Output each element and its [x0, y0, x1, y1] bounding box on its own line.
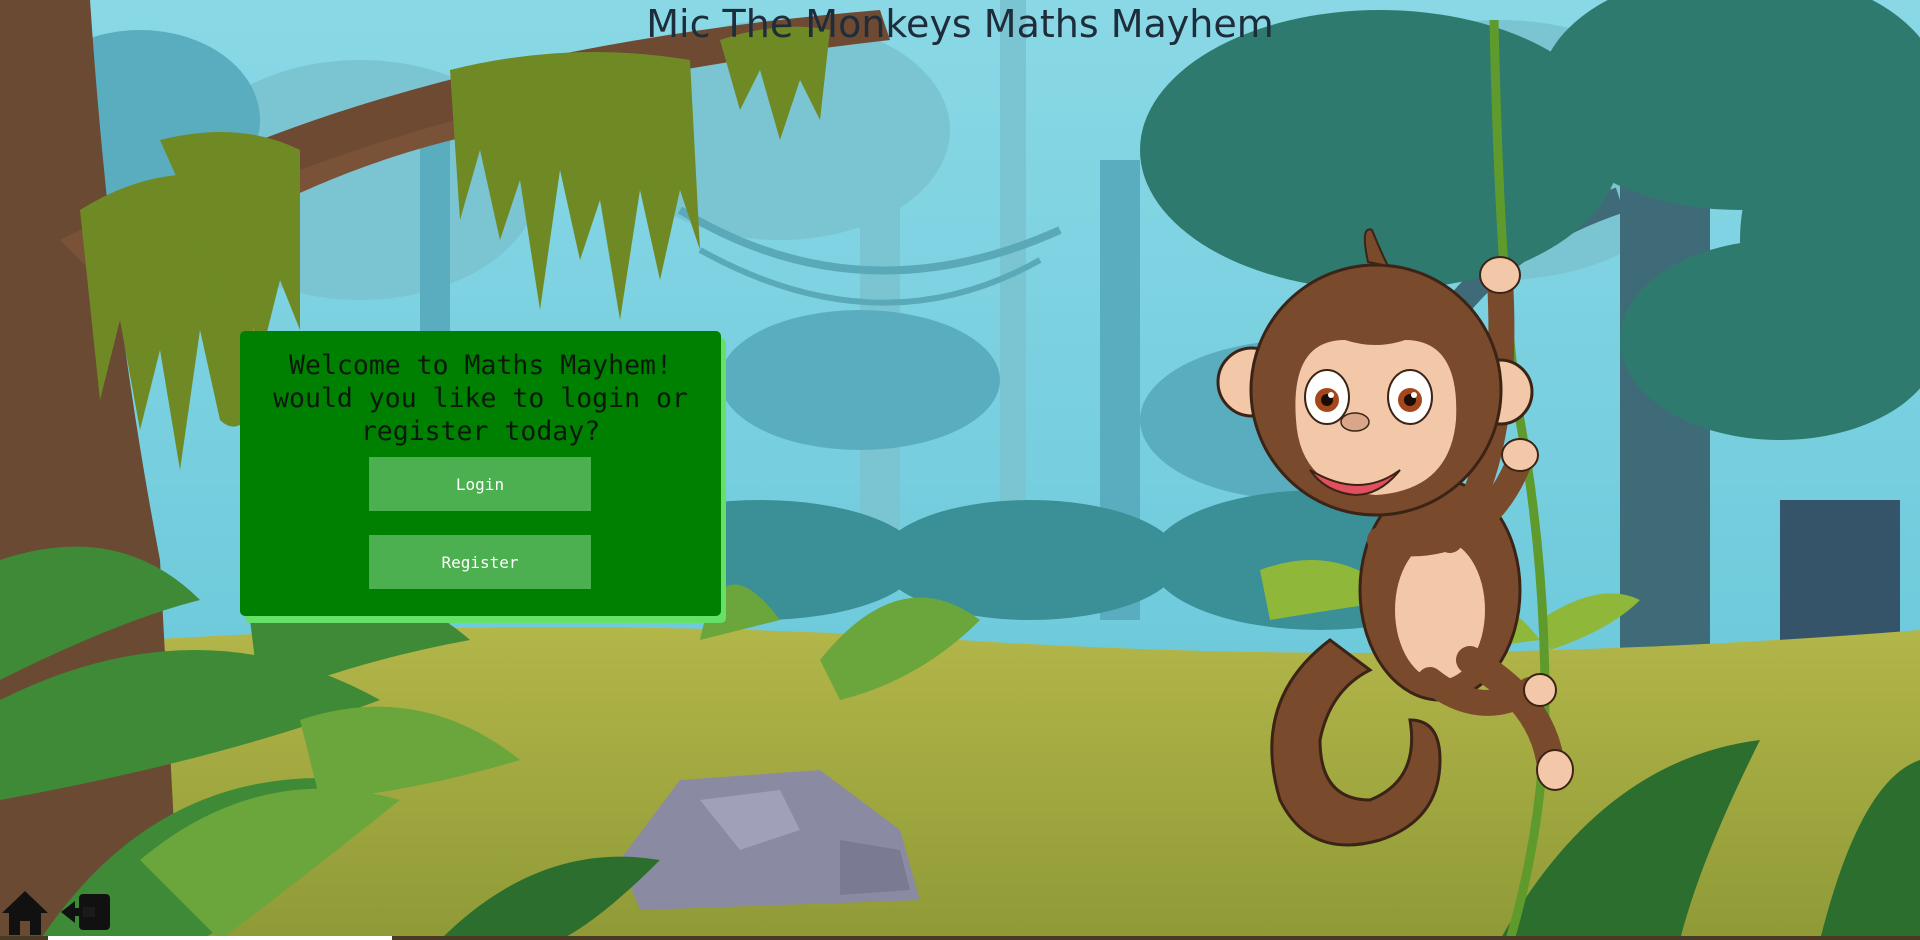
login-button[interactable]: Login: [369, 457, 591, 511]
register-button[interactable]: Register: [369, 535, 591, 589]
welcome-panel: Welcome to Maths Mayhem! would you like …: [240, 331, 721, 616]
page-title: Mic The Monkeys Maths Mayhem: [646, 2, 1274, 46]
home-icon[interactable]: [0, 889, 50, 937]
welcome-message: Welcome to Maths Mayhem! would you like …: [273, 350, 688, 447]
bottom-highlight: [48, 936, 392, 940]
logout-icon[interactable]: [59, 891, 112, 933]
